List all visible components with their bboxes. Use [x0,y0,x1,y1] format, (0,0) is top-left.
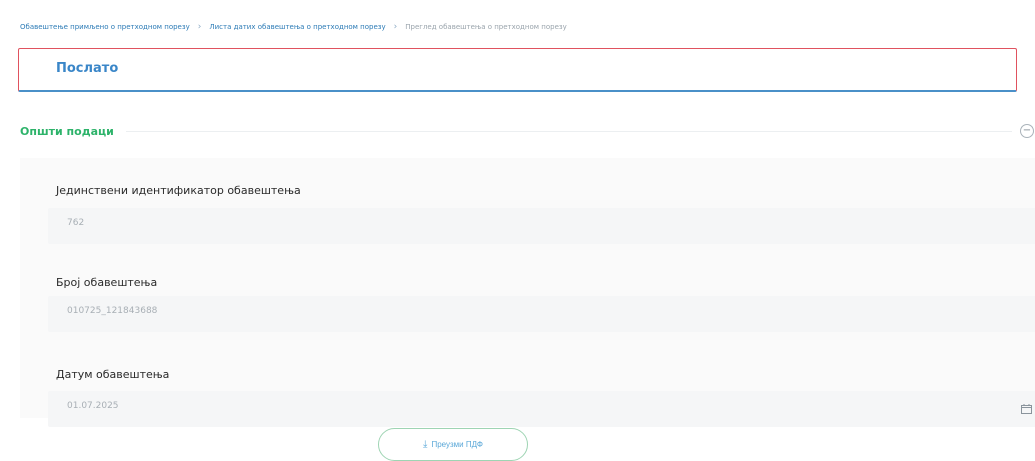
chevron-right-icon: › [393,22,398,32]
field-value-notice-number: 010725_121843688 [48,296,1035,332]
download-icon: ⤓ [423,439,428,450]
section-divider [125,130,1012,132]
field-value-text: 010725_121843688 [67,306,158,316]
breadcrumb-item-notices-list[interactable]: Листа датих обавештења о претходном поре… [209,23,385,31]
field-label-notice-date: Датум обавештења [56,368,170,381]
status-label: Послато [56,61,119,76]
section-title: Општи подаци [20,124,114,138]
field-label-notice-number: Број обавештења [56,276,158,289]
field-label-unique-id: Јединствени идентификатор обавештења [56,184,301,197]
section-header-general-data: Општи подаци − [20,121,1035,141]
field-value-unique-id: 762 [48,208,1035,244]
breadcrumb-item-received-notices[interactable]: Обавештење примљено о претходном порезу [20,23,190,31]
field-value-text: 01.07.2025 [67,401,119,411]
field-value-text: 762 [67,218,85,228]
download-pdf-button[interactable]: ⤓ Преузми ПДФ [378,428,528,461]
breadcrumb-item-current: Преглед обавештења о претходном порезу [405,23,567,31]
download-pdf-label: Преузми ПДФ [431,440,483,449]
breadcrumb: Обавештење примљено о претходном порезу … [20,22,567,32]
general-data-panel: Јединствени идентификатор обавештења 762… [20,158,1035,427]
minus-circle-icon[interactable]: − [1020,124,1034,138]
calendar-icon[interactable] [1021,404,1032,414]
field-value-notice-date: 01.07.2025 [48,391,1035,427]
status-banner: Послато [18,48,1017,92]
chevron-right-icon: › [197,22,202,32]
